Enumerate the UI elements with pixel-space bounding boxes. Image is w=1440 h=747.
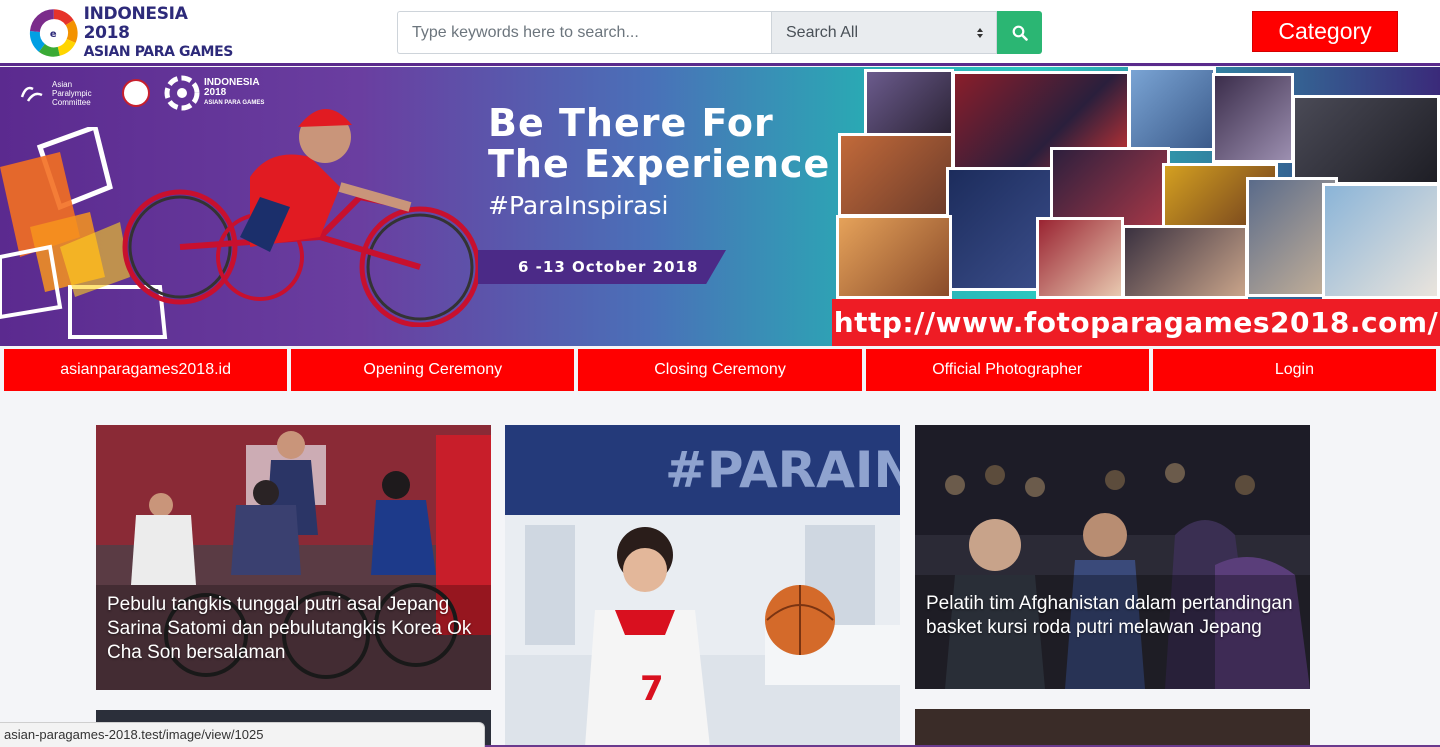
nav-login[interactable]: Login (1152, 349, 1437, 391)
sign-text: #PARAIN (665, 441, 900, 499)
collage-photo (1212, 73, 1294, 163)
collage-photo (1322, 183, 1440, 299)
event-dates: 6 -13 October 2018 (478, 250, 726, 284)
search-input[interactable] (397, 11, 771, 54)
collage-photo (836, 215, 952, 299)
nav-opening-ceremony[interactable]: Opening Ceremony (291, 349, 575, 391)
collage-photo (1292, 95, 1440, 185)
apc-label: Asian Paralympic Committee (52, 79, 92, 107)
search-scope-select[interactable]: Search All (771, 11, 997, 54)
browser-status-bar: asian-paragames-2018.test/image/view/102… (0, 722, 485, 747)
gallery-card[interactable] (915, 709, 1310, 747)
category-button[interactable]: Category (1252, 11, 1398, 52)
logo-title: INDONESIA 2018 (83, 3, 188, 43)
banner-headline: Be There For The Experience (488, 103, 830, 185)
nav-closing-ceremony[interactable]: Closing Ceremony (578, 349, 862, 391)
collage-photo (1128, 67, 1216, 151)
collage-photo (1036, 217, 1124, 299)
nav-official-photographer[interactable]: Official Photographer (865, 349, 1149, 391)
banner-url[interactable]: http://www.fotoparagames2018.com/ (832, 299, 1440, 346)
card-caption: Pebulu tangkis tunggal putri asal Jepang… (107, 594, 472, 663)
search-icon (1012, 25, 1028, 41)
search-scope-value: Search All (786, 23, 859, 41)
banner-hashtag: #ParaInspirasi (488, 191, 669, 220)
search-form: Search All (397, 11, 1042, 54)
svg-text:e: e (50, 29, 57, 40)
handcycle-athlete-image (122, 108, 481, 327)
hero-banner[interactable]: Asian Paralympic Committee INDONESIA 201… (0, 67, 1440, 346)
nav-asianparagames[interactable]: asianparagames2018.id (4, 349, 288, 391)
search-button[interactable] (997, 11, 1042, 54)
photo-collage (836, 67, 1440, 299)
headline-line2: The Experience (488, 142, 831, 186)
logo-subtitle: ASIAN PARA GAMES (83, 43, 234, 60)
card-caption: Pelatih tim Afghanistan dalam pertanding… (926, 593, 1293, 638)
coach-photo (915, 425, 1310, 689)
apc-agitos-icon (20, 86, 43, 102)
jersey-number: 7 (640, 669, 664, 709)
select-caret-icon (976, 27, 984, 39)
main-nav: asianparagames2018.id Opening Ceremony C… (4, 349, 1437, 391)
collage-photo (1122, 225, 1248, 299)
apc-logo: Asian Paralympic Committee (20, 80, 108, 107)
gallery-card[interactable]: Pelatih tim Afghanistan dalam pertanding… (915, 425, 1310, 689)
collage-photo (838, 133, 954, 217)
site-logo[interactable]: e INDONESIA 2018 ASIAN PARA GAMES (28, 3, 238, 60)
site-header: e INDONESIA 2018 ASIAN PARA GAMES Search… (0, 0, 1440, 66)
headline-line1: Be There For (488, 101, 774, 145)
wheelchair-basketball-photo: #PARAIN 7 (505, 425, 900, 747)
collage-photo (864, 69, 954, 141)
asian-para-games-logo-icon: e (29, 9, 78, 57)
gallery-card[interactable]: #PARAIN 7 (505, 425, 900, 747)
gallery-card[interactable]: Pebulu tangkis tunggal putri asal Jepang… (96, 425, 491, 690)
